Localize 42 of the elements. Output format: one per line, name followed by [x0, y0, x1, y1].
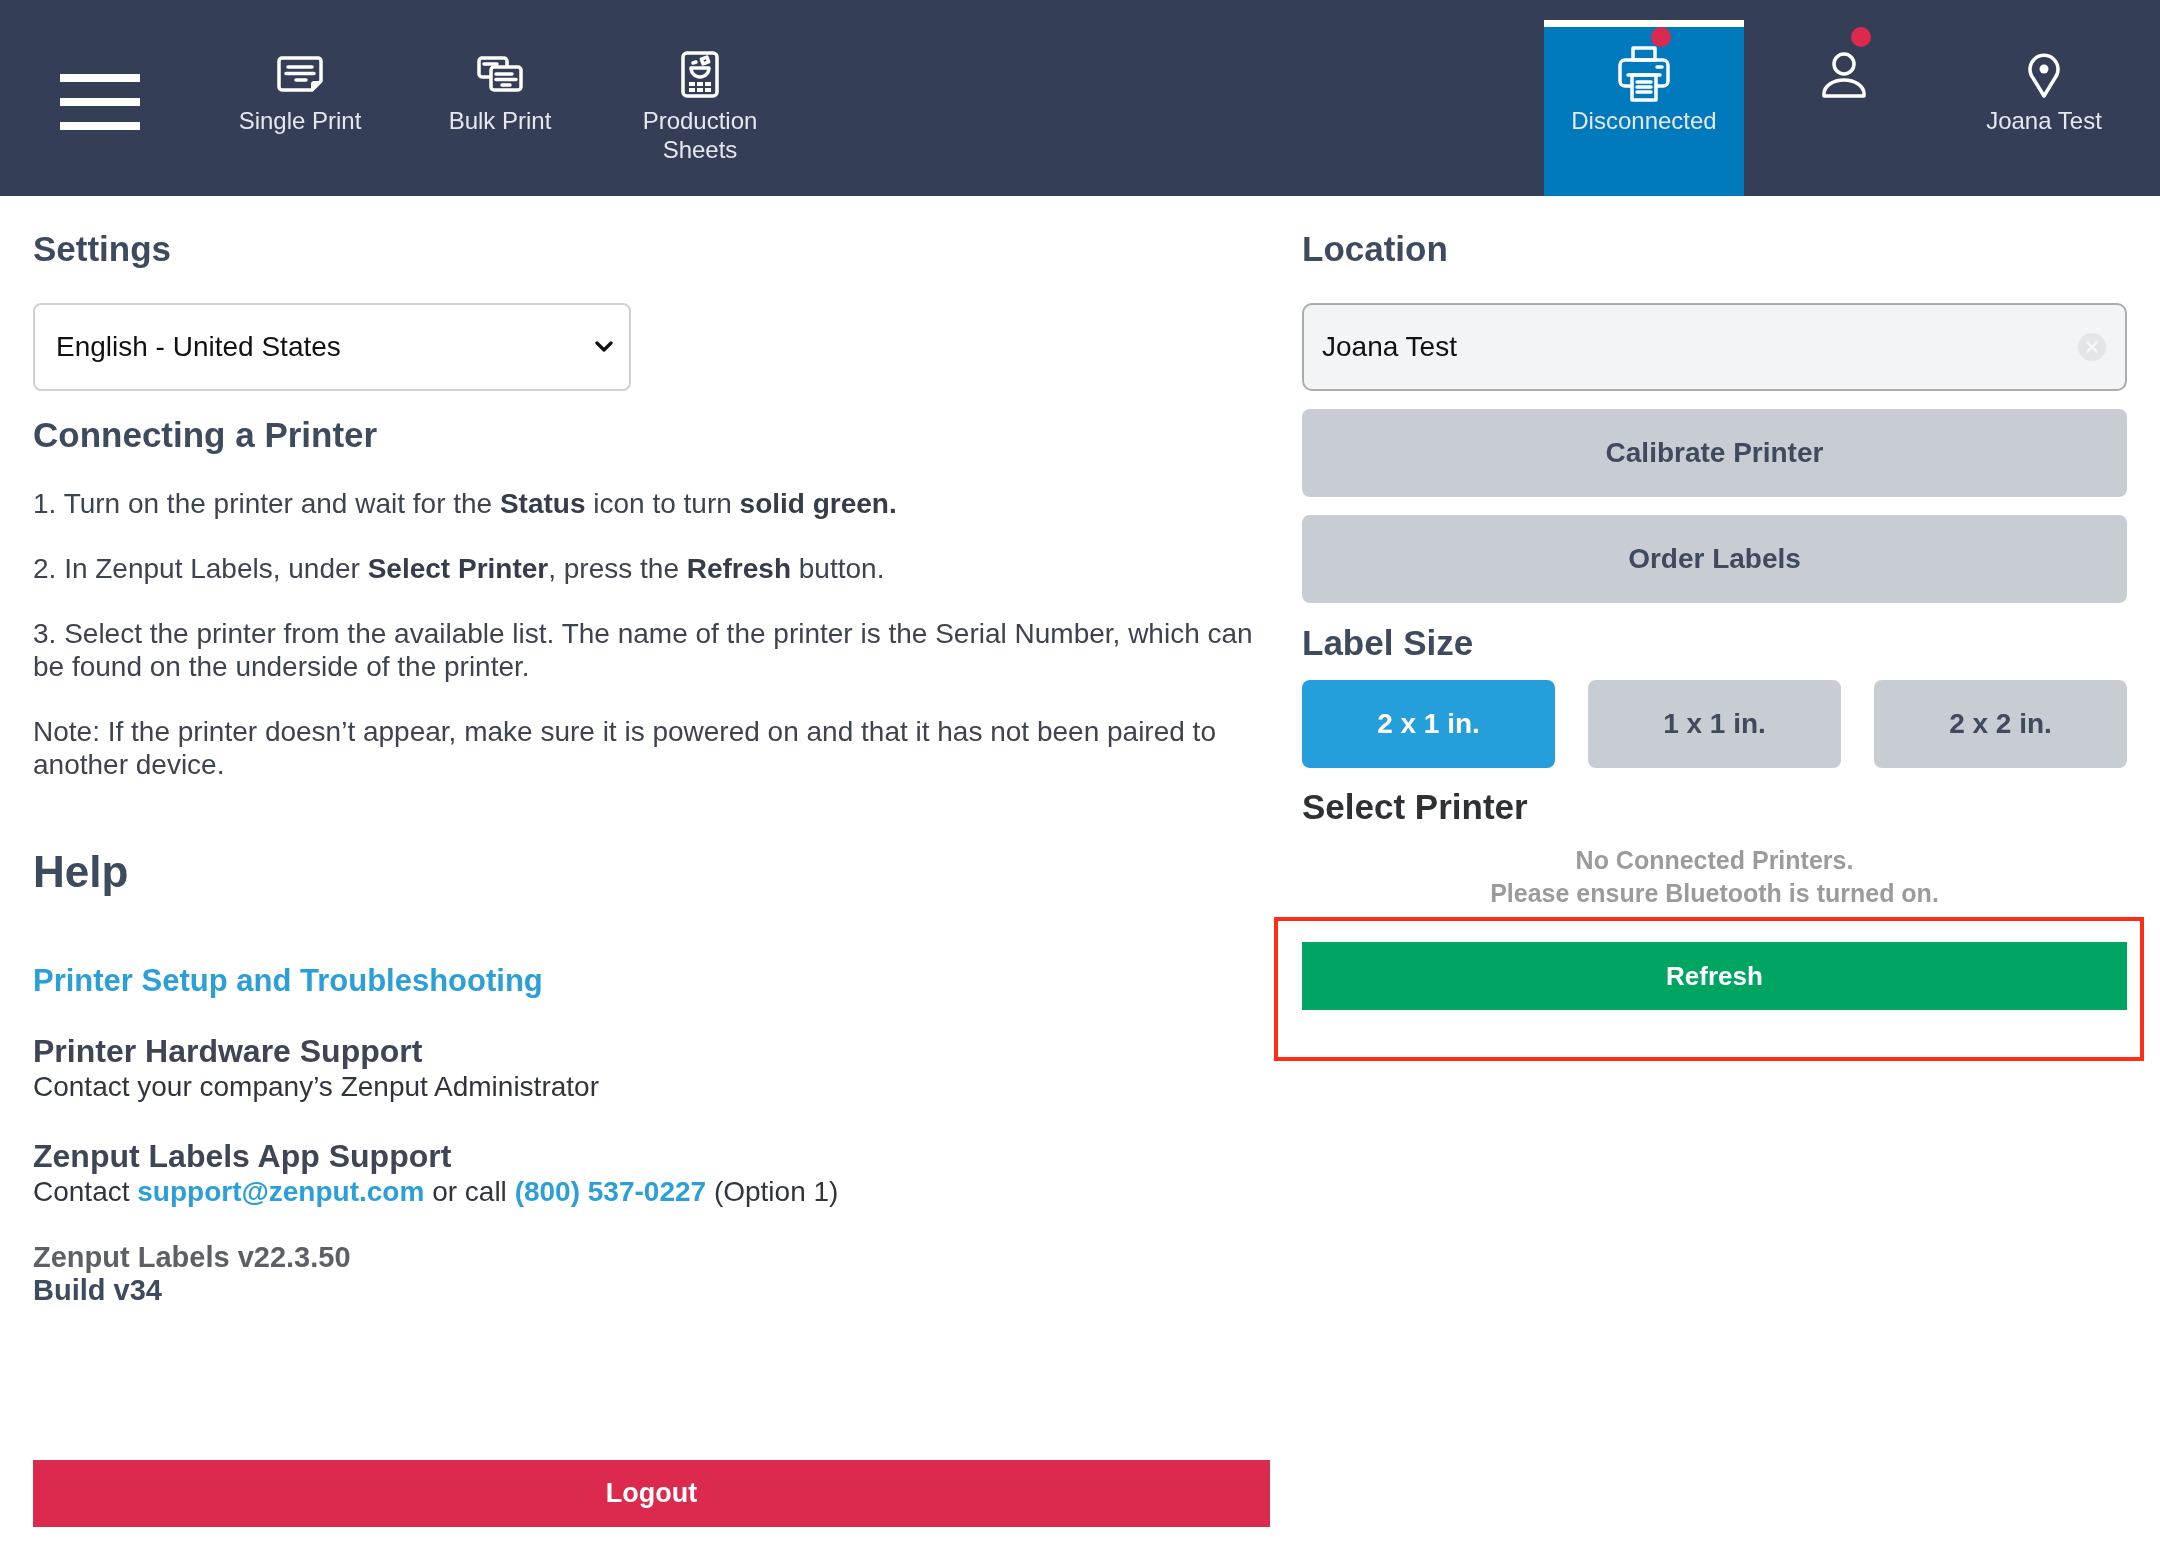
nav-tab[interactable]: Joana Test: [1944, 20, 2144, 196]
instruction-text: 3. Select the printer from the available list. The name of the printer is the Serial Number, which can be found on the underside of the printer.: [33, 617, 1254, 683]
instruction-text: 2. In Zenput Labels, under Select Printer, press the Refresh button.: [33, 552, 885, 585]
empty-state-text: Please ensure Bluetooth is turned on.: [1490, 878, 1939, 909]
user-icon: [1821, 50, 1867, 98]
nav-tab[interactable]: Disconnected: [1544, 20, 1744, 196]
support-text: Contact your company’s Zenput Administrator: [33, 1070, 599, 1104]
language-dropdown[interactable]: English - United States: [33, 303, 631, 391]
instruction-text: 1. Turn on the printer and wait for the Status icon to turn solid green.: [33, 487, 897, 520]
version-text: Zenput Labels v22.3.50: [33, 1241, 351, 1274]
action-button[interactable]: Calibrate Printer: [1302, 409, 2127, 497]
nav-tab[interactable]: Single Print: [200, 20, 400, 196]
refresh-button[interactable]: Refresh: [1302, 942, 2127, 1010]
contact-link[interactable]: support@zenput.com: [137, 1176, 425, 1207]
section-heading: Help: [33, 846, 129, 898]
section-heading: Label Size: [1302, 623, 1474, 663]
action-button[interactable]: Order Labels: [1302, 515, 2127, 603]
section-heading: Settings: [33, 229, 172, 269]
logout-button[interactable]: Logout: [33, 1460, 1270, 1527]
chevron-down-icon: [595, 341, 613, 353]
build-text: Build v34: [33, 1274, 162, 1307]
support-text: Contact support@zenput.com or call (800) 537-0227 (Option 1): [33, 1175, 839, 1209]
label-size-option[interactable]: 2 x 1 in.: [1302, 680, 1555, 768]
tablet-icon: [681, 50, 719, 98]
section-heading: Location: [1302, 229, 1448, 269]
printer-icon: [1618, 46, 1670, 102]
label-size-option[interactable]: 1 x 1 in.: [1588, 680, 1841, 768]
support-heading: Printer Hardware Support: [33, 1033, 423, 1069]
label-size-option[interactable]: 2 x 2 in.: [1874, 680, 2127, 768]
empty-state-text: No Connected Printers.: [1575, 845, 1854, 876]
document-icon: [277, 56, 323, 92]
nav-tab[interactable]: Production Sheets: [600, 20, 800, 196]
location-field[interactable]: Joana Test: [1302, 303, 2127, 391]
contact-link[interactable]: (800) 537-0227: [514, 1176, 707, 1207]
instruction-text: Note: If the printer doesn’t appear, make sure it is powered on and that it has not been paired to another device.: [33, 715, 1217, 781]
menu-icon: [60, 74, 140, 130]
help-link[interactable]: Printer Setup and Troubleshooting: [33, 963, 543, 999]
stacked-documents-icon: [477, 56, 523, 92]
section-heading: Select Printer: [1302, 787, 1528, 827]
support-heading: Zenput Labels App Support: [33, 1138, 452, 1174]
section-heading: Connecting a Printer: [33, 415, 378, 455]
nav-tab[interactable]: Bulk Print: [400, 20, 600, 196]
